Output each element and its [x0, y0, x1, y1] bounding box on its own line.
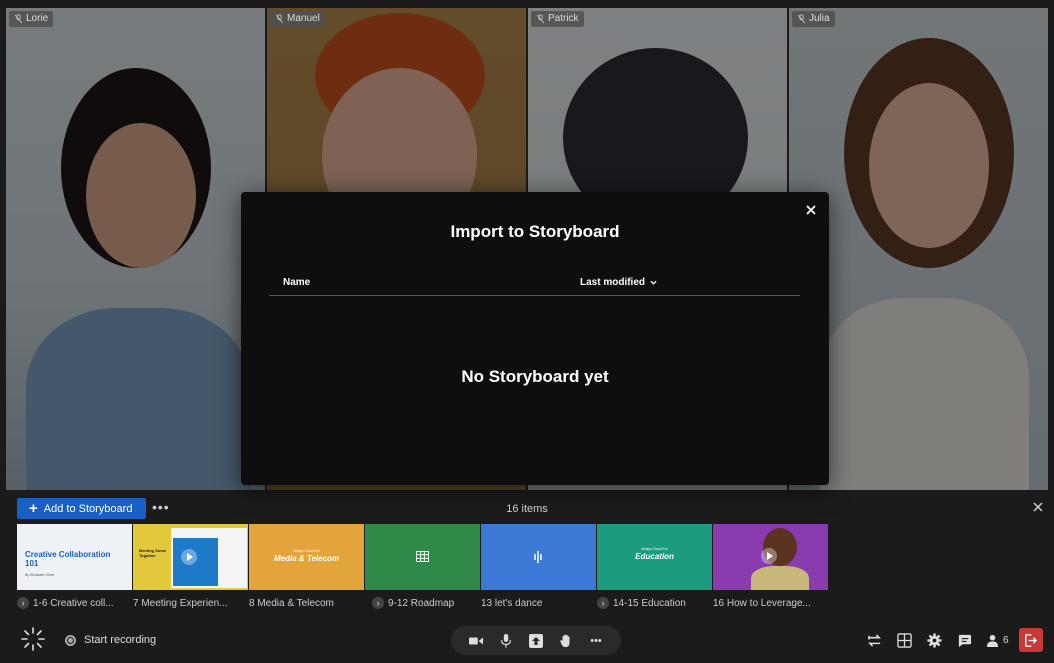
thumbnail-lets-dance[interactable]	[481, 524, 596, 590]
chat-icon	[958, 634, 971, 647]
start-recording-button[interactable]: Start recording	[65, 634, 156, 646]
chevron-right-icon[interactable]: ›	[597, 597, 609, 609]
storyboard-bar: + Add to Storyboard ••• 16 items	[6, 495, 1048, 521]
record-icon	[65, 634, 76, 646]
thumbnail-screen-panel	[173, 538, 218, 586]
caption-item[interactable]: 16 How to Leverage...	[713, 595, 828, 611]
empty-state-message: No Storyboard yet	[461, 367, 609, 386]
caption-label: 14-15 Education	[613, 597, 686, 609]
video-tile-lorie[interactable]: Lorie	[6, 8, 265, 490]
right-controls: 6	[862, 628, 1043, 652]
close-icon	[806, 205, 816, 215]
storyboard-close-button[interactable]	[1032, 501, 1044, 513]
caption-label: 1-6 Creative coll...	[33, 597, 114, 609]
name-tag: Patrick	[531, 11, 584, 27]
import-storyboard-modal: Import to Storyboard Name Last modified …	[241, 192, 829, 485]
thumbnail-person-body	[751, 566, 809, 590]
mic-off-icon	[275, 14, 284, 24]
caption-item[interactable]: › 14-15 Education	[597, 595, 712, 611]
camera-icon	[469, 637, 483, 644]
caption-item[interactable]: › 1-6 Creative coll...	[17, 595, 132, 611]
gear-icon	[926, 632, 942, 648]
column-name-header[interactable]: Name	[283, 277, 310, 288]
start-recording-label: Start recording	[84, 634, 157, 646]
raise-hand-button[interactable]	[557, 632, 575, 650]
audio-icon	[534, 551, 542, 563]
participant-name: Julia	[809, 13, 830, 24]
caption-item[interactable]: 7 Meeting Experien...	[133, 595, 248, 611]
caption-label: 8 Media & Telecom	[249, 597, 334, 609]
thumbnail-how-to-leverage[interactable]	[713, 524, 828, 590]
leave-meeting-button[interactable]	[1018, 628, 1043, 652]
grid-icon	[896, 632, 912, 648]
storyboard-captions: › 1-6 Creative coll... 7 Meeting Experien…	[17, 595, 828, 611]
caption-label: 16 How to Leverage...	[713, 597, 811, 609]
grid-view-button[interactable]	[892, 628, 916, 652]
app-logo-icon	[20, 626, 46, 652]
chevron-right-icon[interactable]: ›	[372, 597, 384, 609]
table-header: Name Last modified	[269, 277, 800, 296]
name-tag: Julia	[792, 11, 835, 27]
storyboard-thumbnails: Creative Collaboration 101 By Elisabeth …	[17, 524, 828, 590]
play-icon	[181, 549, 197, 565]
thumbnail-education[interactable]: Wrapp Cloud For Education	[597, 524, 712, 590]
mic-off-icon	[536, 14, 545, 24]
camera-button[interactable]	[467, 632, 485, 650]
column-last-modified-label: Last modified	[580, 277, 646, 288]
name-tag: Lorie	[9, 11, 54, 27]
bottom-toolbar: Start recording ••• 6	[0, 620, 1054, 663]
caption-item[interactable]: 8 Media & Telecom	[249, 595, 364, 611]
more-options-button[interactable]: •••	[587, 632, 605, 650]
participant-name: Patrick	[548, 13, 579, 24]
switch-layout-button[interactable]	[862, 628, 886, 652]
thumbnail-subtitle: Wrapp Cloud For	[641, 547, 668, 551]
caption-item[interactable]: › 9-12 Roadmap	[365, 595, 480, 611]
close-icon	[1033, 502, 1043, 512]
exit-icon	[1025, 633, 1038, 647]
play-icon	[761, 548, 777, 564]
chevron-down-icon	[650, 280, 657, 285]
share-screen-icon	[529, 633, 543, 648]
mic-off-icon	[14, 14, 23, 24]
modal-title: Import to Storyboard	[450, 222, 620, 241]
name-tag: Manuel	[270, 11, 325, 27]
participants-count: 6	[1003, 634, 1009, 646]
caption-label: 9-12 Roadmap	[388, 597, 455, 609]
thumbnail-title: Education	[635, 552, 674, 561]
person-icon	[986, 634, 999, 647]
microphone-icon	[501, 633, 511, 648]
thumbnail-roadmap[interactable]	[365, 524, 480, 590]
switch-icon	[867, 633, 881, 647]
meeting-app: Lorie Manuel Patrick Julia Import to Sto…	[0, 0, 1054, 663]
column-last-modified-header[interactable]: Last modified	[580, 277, 657, 288]
settings-button[interactable]	[922, 628, 946, 652]
microphone-button[interactable]	[497, 632, 515, 650]
chevron-right-icon[interactable]: ›	[17, 597, 29, 609]
caption-label: 7 Meeting Experien...	[133, 597, 228, 609]
caption-item[interactable]: 13 let's dance	[481, 595, 596, 611]
raise-hand-icon	[560, 633, 570, 647]
participants-button[interactable]: 6	[982, 634, 1013, 647]
thumbnail-creative-collaboration[interactable]: Creative Collaboration 101 By Elisabeth …	[17, 524, 132, 590]
thumbnail-meeting[interactable]: Meeting Some Together	[133, 524, 248, 590]
thumbnail-title: Creative Collaboration 101	[25, 550, 111, 569]
thumbnail-title: Media & Telecom	[273, 554, 340, 563]
participant-name: Manuel	[287, 13, 320, 24]
media-controls: •••	[451, 626, 621, 655]
chat-button[interactable]	[952, 628, 976, 652]
participant-name: Lorie	[26, 13, 49, 24]
thumbnail-media-telecom[interactable]: Wrapp Cloud For Media & Telecom	[249, 524, 364, 590]
thumbnail-title: Meeting Some Together	[139, 548, 167, 558]
items-count: 16 items	[506, 503, 548, 515]
share-screen-button[interactable]	[527, 632, 545, 650]
caption-label: 13 let's dance	[481, 597, 543, 609]
modal-close-button[interactable]	[803, 202, 819, 218]
mic-off-icon	[797, 14, 806, 24]
thumbnail-subtitle: Wrapp Cloud For	[293, 549, 320, 553]
grid-table-icon	[416, 551, 429, 562]
thumbnail-subtitle: By Elisabeth Oliver	[25, 573, 55, 577]
